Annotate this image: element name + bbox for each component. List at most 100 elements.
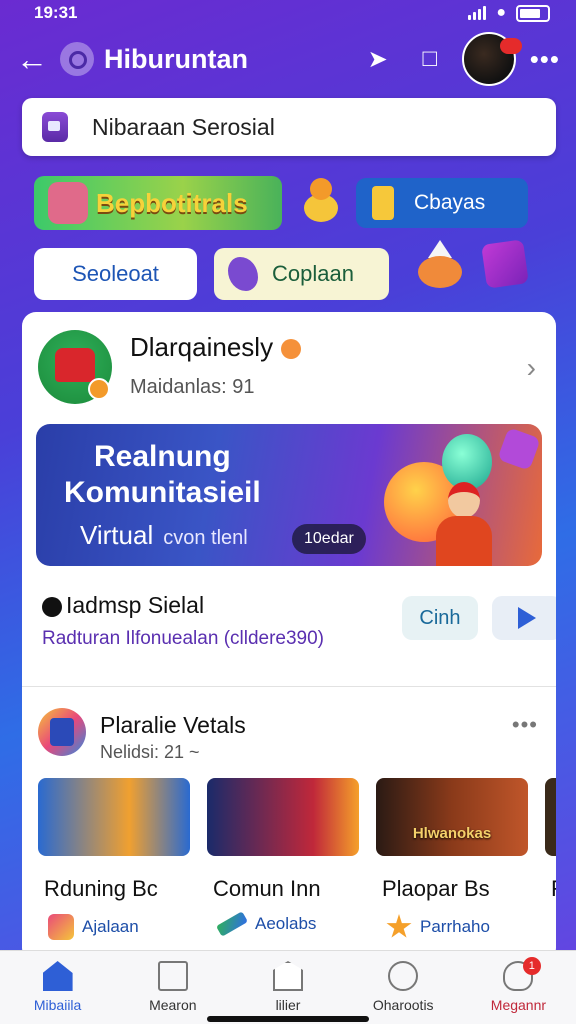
carousel-item[interactable]: Hlwanokas Plaopar Bs Parrhaho bbox=[376, 778, 528, 958]
search-bar[interactable]: Nibaraan Serosial bbox=[22, 98, 556, 156]
search-text: Nibaraan Serosial bbox=[92, 113, 275, 140]
thumbnail-image[interactable]: Hlwanokas bbox=[376, 778, 528, 856]
nav-label: Oharootis bbox=[372, 997, 434, 1013]
banner-line-1: Realnung bbox=[94, 440, 231, 473]
section-subtitle: Nelidsi: 21 ~ bbox=[100, 742, 200, 762]
post-subtitle: Radturan Ilfonuealan (clldere390) bbox=[42, 628, 325, 649]
banner-line-3-text: Virtual bbox=[80, 520, 154, 550]
chip-label: Cbayas bbox=[414, 191, 486, 214]
carousel-item[interactable]: F bbox=[545, 778, 556, 958]
nav-item-home[interactable]: Mibaiila bbox=[0, 951, 115, 1024]
chevron-right-icon[interactable]: › bbox=[527, 352, 536, 384]
divider bbox=[22, 686, 556, 687]
flower-icon bbox=[281, 339, 302, 360]
item-tag-text: Parrhaho bbox=[420, 917, 490, 936]
star-icon bbox=[386, 914, 412, 938]
nav-item-profile[interactable]: 1 Megannr bbox=[461, 951, 576, 1024]
category-chip-3[interactable]: Seoleoat bbox=[34, 248, 197, 300]
library-icon bbox=[273, 961, 303, 991]
promo-banner[interactable]: Realnung Komunitasieil Virtual cvon tlenl… bbox=[36, 424, 542, 566]
play-button[interactable] bbox=[492, 596, 556, 640]
post-title-text: Iadmsp Sielal bbox=[66, 592, 205, 618]
notification-icon[interactable]: □ bbox=[410, 39, 450, 79]
nav-item-messages[interactable]: Mearon bbox=[115, 951, 230, 1024]
pencil-icon bbox=[216, 911, 248, 937]
section-header: Plaralie Vetals Nelidsi: 21 ~ ••• bbox=[38, 704, 542, 766]
signal-icon bbox=[468, 6, 487, 20]
status-icons: ● bbox=[468, 4, 550, 22]
nav-item-characters[interactable]: Oharootis bbox=[346, 951, 461, 1024]
nav-label: Megannr bbox=[490, 997, 547, 1013]
home-icon bbox=[42, 961, 73, 991]
item-tag: Aeolabs bbox=[207, 911, 359, 937]
item-tag-text: Ajalaan bbox=[82, 917, 139, 936]
profile-avatar[interactable] bbox=[38, 330, 112, 404]
banner-line-3: Virtual cvon tlenl bbox=[80, 520, 248, 551]
back-arrow-icon[interactable]: ← bbox=[16, 43, 60, 75]
notification-badge: 1 bbox=[522, 957, 541, 975]
item-title: Plaopar Bs bbox=[382, 876, 490, 901]
thumbnail-image[interactable] bbox=[545, 778, 556, 856]
cube-icon bbox=[481, 239, 529, 289]
profile-name-text: Dlarqainesly bbox=[130, 332, 274, 362]
post-row: Iadmsp Sielal Radturan Ilfonuealan (clld… bbox=[42, 580, 556, 652]
post-title: Iadmsp Sielal bbox=[42, 592, 204, 619]
content-carousel[interactable]: Rduning Bc Ajalaan Comun Inn Aeolabs Hlw… bbox=[38, 778, 556, 962]
item-tag: Parrhaho bbox=[376, 914, 528, 940]
item-tag-text: Aeolabs bbox=[255, 914, 317, 933]
nav-label: Mearon bbox=[149, 997, 197, 1013]
nav-item-library[interactable]: lilier bbox=[230, 951, 345, 1024]
category-chip-1[interactable]: Bepbotitrals bbox=[34, 176, 282, 230]
cinh-button[interactable]: Cinh bbox=[402, 596, 478, 640]
gift-icon bbox=[48, 914, 74, 940]
banner-badge: 10edar bbox=[292, 524, 366, 554]
message-icon bbox=[157, 961, 188, 991]
chip-label: Seoleoat bbox=[72, 261, 159, 286]
item-title: F bbox=[545, 876, 556, 902]
home-indicator bbox=[207, 1016, 369, 1022]
nav-label: lilier bbox=[275, 997, 301, 1013]
user-avatar[interactable] bbox=[461, 32, 522, 86]
tablet-icon bbox=[38, 708, 86, 756]
search-app-icon bbox=[42, 112, 68, 142]
status-time: 19:31 bbox=[34, 3, 78, 22]
page-title: Hiburuntan bbox=[104, 43, 248, 74]
chip-label: Bepbotitrals bbox=[96, 187, 248, 218]
bottom-navigation: Mibaiila Mearon lilier Oharootis 1 Megan… bbox=[0, 950, 576, 1024]
app-header: ← Hiburuntan ➤ □ ••• bbox=[0, 26, 576, 92]
gnome-mascot-icon bbox=[414, 240, 466, 292]
mascot-icon bbox=[300, 178, 344, 224]
item-title: Rduning Bc bbox=[44, 876, 158, 901]
eggplant-icon bbox=[228, 257, 258, 291]
item-title: Comun Inn bbox=[213, 876, 321, 901]
feed-card: Dlarqainesly Maidanlas: 91 › Realnung Ko… bbox=[22, 312, 556, 962]
banner-line-2: Komunitasieil bbox=[64, 476, 261, 509]
nav-label: Mibaiila bbox=[33, 997, 82, 1013]
search-face-icon bbox=[388, 961, 419, 991]
carousel-item[interactable]: Rduning Bc Ajalaan bbox=[38, 778, 190, 958]
item-tag: Ajalaan bbox=[38, 914, 190, 940]
carousel-item[interactable]: Comun Inn Aeolabs bbox=[207, 778, 359, 958]
profile-row[interactable]: Dlarqainesly Maidanlas: 91 › bbox=[38, 330, 538, 410]
post-icon bbox=[42, 596, 62, 617]
more-dots-icon[interactable]: ••• bbox=[512, 712, 538, 738]
category-chip-2[interactable]: Cbayas bbox=[356, 178, 528, 228]
share-icon[interactable]: ➤ bbox=[358, 39, 398, 79]
status-bar: 19:31 ● bbox=[0, 0, 576, 26]
profile-name: Dlarqainesly bbox=[130, 332, 302, 363]
more-options-icon[interactable]: ••• bbox=[530, 44, 560, 75]
banner-illustration bbox=[372, 424, 542, 566]
thumbnail-image[interactable] bbox=[38, 778, 190, 856]
toy-icon bbox=[48, 182, 88, 224]
category-chip-4[interactable]: Coplaan bbox=[214, 248, 389, 300]
thumbnail-caption: Hlwanokas bbox=[412, 825, 492, 842]
banner-line-3-small: cvon tlenl bbox=[163, 527, 248, 549]
thumbnail-image[interactable] bbox=[207, 778, 359, 856]
app-logo-icon bbox=[60, 42, 94, 76]
battery-icon bbox=[516, 4, 550, 22]
chip-label: Coplaan bbox=[272, 261, 354, 286]
profile-subtitle: Maidanlas: 91 bbox=[130, 376, 255, 398]
section-title: Plaralie Vetals bbox=[100, 712, 246, 738]
wifi-icon: ● bbox=[496, 4, 506, 21]
phone-icon bbox=[372, 186, 394, 220]
